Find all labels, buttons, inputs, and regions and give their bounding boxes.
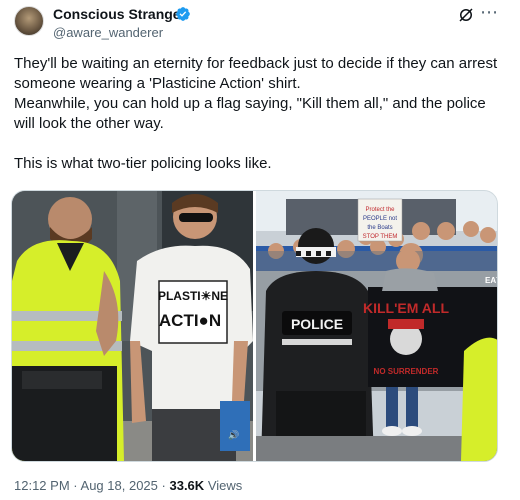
grok-icon[interactable] <box>457 6 475 24</box>
tweet-line: This is what two-tier policing looks lik… <box>14 155 272 172</box>
avatar[interactable] <box>14 6 44 36</box>
tweet-line: They'll be waiting an eternity for feedb… <box>14 55 498 92</box>
media-photo-right[interactable]: Protect the PEOPLE not the Boats STOP TH… <box>256 191 498 461</box>
verified-badge-icon <box>176 7 190 21</box>
media-photo-left[interactable]: PLASTI☀NE ACTI●N 🔊 <box>12 191 253 461</box>
banner-text-line2: NO SURRENDER <box>374 367 439 376</box>
meta-separator: · <box>161 478 166 493</box>
media-grid: PLASTI☀NE ACTI●N 🔊 Protect the PEOPLE no… <box>11 190 498 462</box>
svg-text:🔊: 🔊 <box>228 429 239 441</box>
police-label: POLICE <box>291 316 343 332</box>
author-handle[interactable]: @aware_wanderer <box>53 25 163 40</box>
tweet-date[interactable]: Aug 18, 2025 <box>81 478 158 493</box>
views-count: 33.6K <box>169 478 205 493</box>
banner-text-line1: KILL'EM ALL <box>363 300 449 316</box>
jacket-mark: EA7 <box>485 276 498 285</box>
more-options-icon[interactable]: ⋯ <box>480 2 499 23</box>
tweet-line: Meanwhile, you can hold up a flag saying… <box>14 95 486 132</box>
svg-text:STOP THEM: STOP THEM <box>363 234 398 240</box>
views-label: Views <box>207 478 243 493</box>
tweet-text: They'll be waiting an eternity for feedb… <box>14 54 504 174</box>
photo-left-illustration: PLASTI☀NE ACTI●N 🔊 <box>12 191 253 461</box>
tweet-time[interactable]: 12:12 PM <box>14 478 70 493</box>
tweet-meta: 12:12 PM · Aug 18, 2025 · 33.6K Views <box>14 478 242 493</box>
svg-text:Protect the: Protect the <box>365 207 395 213</box>
meta-separator: · <box>73 478 78 493</box>
author-name[interactable]: Conscious Stranger <box>53 6 186 22</box>
svg-text:PEOPLE not: PEOPLE not <box>363 216 397 222</box>
shirt-text-line2: ACTI●N <box>159 311 221 330</box>
shirt-text-line1: PLASTI☀NE <box>158 289 228 303</box>
photo-right-illustration: Protect the PEOPLE not the Boats STOP TH… <box>256 191 498 461</box>
svg-text:the Boats: the Boats <box>367 225 392 231</box>
